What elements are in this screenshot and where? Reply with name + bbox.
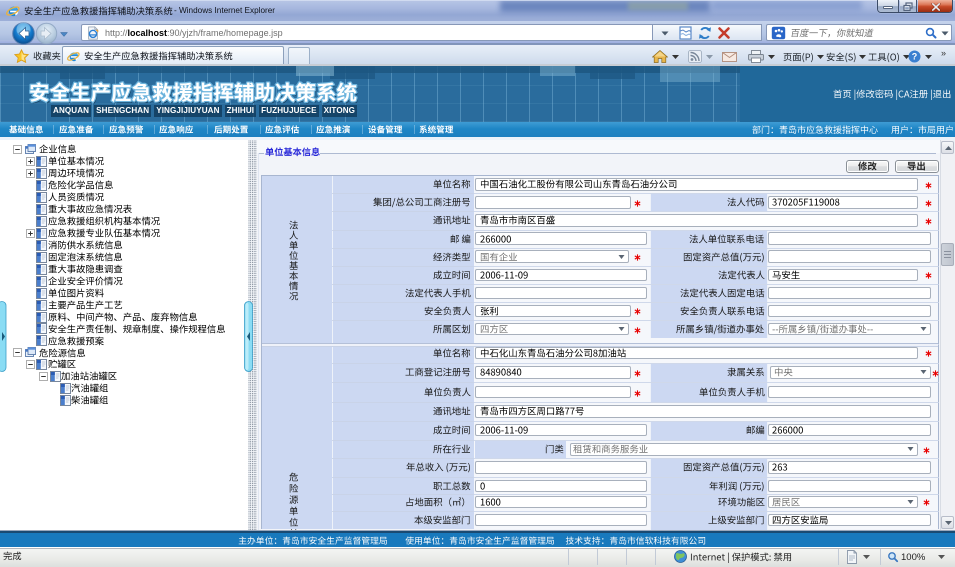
- svg-text:?: ?: [912, 52, 918, 62]
